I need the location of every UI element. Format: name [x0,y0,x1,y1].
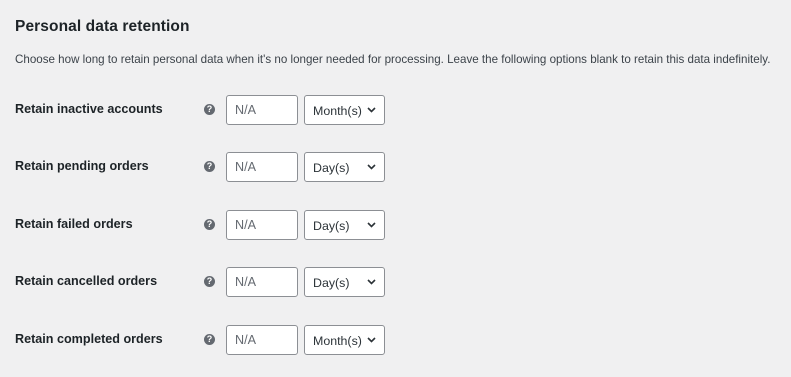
unit-select[interactable]: Day(s) [304,267,385,297]
row-label: Retain inactive accounts [15,102,163,116]
retention-row-cancelled-orders: Retain cancelled orders ? Day(s) [0,267,791,297]
help-icon[interactable]: ? [204,276,215,287]
help-icon[interactable]: ? [204,334,215,345]
chevron-down-icon [367,279,376,285]
retention-number-input[interactable] [226,267,298,297]
retention-number-input[interactable] [226,152,298,182]
retention-number-input[interactable] [226,325,298,355]
retention-row-completed-orders: Retain completed orders ? Month(s) [0,325,791,355]
unit-select-value: Day(s) [313,219,350,233]
row-label: Retain failed orders [15,217,133,231]
chevron-down-icon [367,337,376,343]
unit-select[interactable]: Month(s) [304,325,385,355]
unit-select[interactable]: Day(s) [304,152,385,182]
unit-select[interactable]: Month(s) [304,95,385,125]
chevron-down-icon [367,164,376,170]
chevron-down-icon [367,222,376,228]
retention-number-input[interactable] [226,95,298,125]
section-title: Personal data retention [15,18,190,35]
unit-select-value: Day(s) [313,276,350,290]
row-label: Retain completed orders [15,332,163,346]
row-label: Retain cancelled orders [15,274,158,288]
row-label: Retain pending orders [15,159,149,173]
chevron-down-icon [367,107,376,113]
unit-select[interactable]: Day(s) [304,210,385,240]
section-description: Choose how long to retain personal data … [15,53,771,66]
retention-row-pending-orders: Retain pending orders ? Day(s) [0,152,791,182]
help-icon[interactable]: ? [204,161,215,172]
unit-select-value: Month(s) [313,334,362,348]
help-icon[interactable]: ? [204,219,215,230]
retention-row-inactive-accounts: Retain inactive accounts ? Month(s) [0,95,791,125]
retention-row-failed-orders: Retain failed orders ? Day(s) [0,210,791,240]
retention-number-input[interactable] [226,210,298,240]
help-icon[interactable]: ? [204,104,215,115]
unit-select-value: Day(s) [313,161,350,175]
unit-select-value: Month(s) [313,104,362,118]
